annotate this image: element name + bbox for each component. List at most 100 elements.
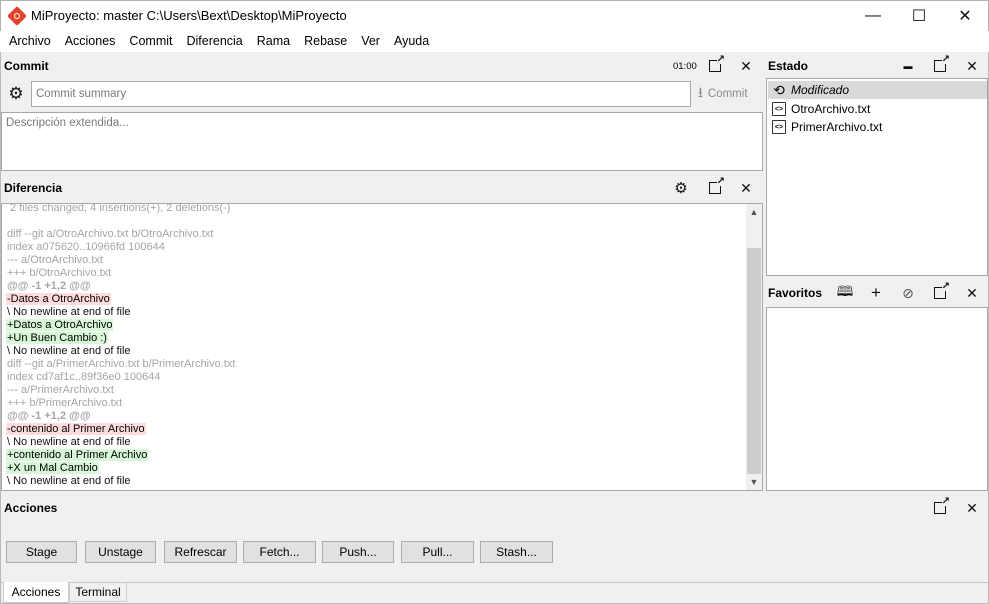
diff-view[interactable]: 2 files changed, 4 insertions(+), 2 dele… [1, 203, 763, 491]
float-window-icon [934, 281, 950, 299]
menu-diferencia[interactable]: Diferencia [179, 31, 249, 52]
status-group-modified[interactable]: ⟲ Modificado [768, 81, 987, 99]
menu-rebase[interactable]: Rebase [297, 31, 354, 52]
commit-summary-input[interactable] [31, 81, 691, 107]
diff-line-meta: --- a/OtroArchivo.txt [6, 254, 746, 267]
diff-settings-button[interactable]: ⚙ [671, 178, 691, 198]
favorites-add-button[interactable]: + [866, 283, 886, 303]
stage-button[interactable]: Stage [6, 541, 77, 563]
status-menu-button[interactable]: ▬ [898, 56, 918, 76]
close-icon: ✕ [740, 179, 752, 196]
diff-scrollbar[interactable]: ▲ ▼ [746, 204, 762, 490]
diff-line-text: index a075620..10966fd 100644 [7, 241, 165, 253]
actions-float-button[interactable] [930, 496, 950, 518]
scroll-thumb[interactable] [747, 248, 761, 474]
diff-line-text: \ No newline at end of file [7, 436, 131, 448]
status-float-button[interactable] [930, 54, 950, 76]
diff-line-plain: \ No newline at end of file [6, 345, 746, 358]
status-group-label: Modificado [791, 83, 850, 97]
commit-button-label: Commit [707, 88, 748, 100]
close-icon: ✕ [966, 284, 978, 301]
menu-ayuda[interactable]: Ayuda [387, 31, 436, 52]
diff-line-add: +Un Buen Cambio :) [6, 332, 746, 345]
refresh-button[interactable]: Refrescar [164, 541, 237, 563]
diff-line-meta: diff --git a/PrimerArchivo.txt b/PrimerA… [6, 358, 746, 371]
diff-line-meta: --- a/PrimerArchivo.txt [6, 384, 746, 397]
diff-line-hunk: @@ -1 +1,2 @@ [6, 280, 746, 293]
menu-ver[interactable]: Ver [354, 31, 387, 52]
diff-line-meta: 2 files changed, 4 insertions(+), 2 dele… [6, 204, 746, 215]
diff-line-text: diff --git a/OtroArchivo.txt b/OtroArchi… [7, 228, 214, 240]
fetch-button[interactable]: Fetch... [243, 541, 316, 563]
actions-panel-title: Acciones [4, 501, 58, 515]
diff-line-meta [6, 215, 746, 228]
stash-button[interactable]: Stash... [480, 541, 553, 563]
float-window-icon [934, 496, 950, 514]
status-close-button[interactable]: ✕ [962, 56, 982, 76]
diff-line-text: +X un Mal Cambio [6, 462, 99, 474]
maximize-button[interactable]: ☐ [896, 0, 942, 31]
menu-rama[interactable]: Rama [250, 31, 297, 52]
diff-line-add: +X un Mal Cambio [6, 462, 746, 475]
menu-acciones[interactable]: Acciones [58, 31, 123, 52]
file-code-icon: <> [772, 120, 786, 134]
refresh-icon: ⟲ [773, 81, 785, 98]
diff-line-text: @@ -1 +1,2 @@ [7, 280, 91, 292]
minimize-button[interactable]: — [850, 0, 896, 31]
push-button[interactable]: Push... [322, 541, 394, 563]
diff-line-text [6, 215, 8, 227]
diff-line-text: -contenido al Primer Archivo [6, 423, 146, 435]
bookmark-icon: 🕮 [836, 283, 854, 299]
commit-description-input[interactable] [1, 112, 763, 171]
actions-close-button[interactable]: ✕ [962, 498, 982, 518]
diff-line-meta: +++ b/OtroArchivo.txt [6, 267, 746, 280]
diff-line-text: +++ b/OtroArchivo.txt [7, 267, 112, 279]
diff-line-text: @@ -1 +1,2 @@ [7, 410, 91, 422]
float-window-icon [709, 54, 725, 72]
diff-line-add: +Datos a OtroArchivo [6, 319, 746, 332]
file-code-icon: <> [772, 102, 786, 116]
favorites-panel-title: Favoritos [768, 286, 823, 300]
diff-line-meta: index cd7af1c..89f36e0 100644 [6, 371, 746, 384]
diff-line-text: \ No newline at end of file [7, 306, 131, 318]
favorites-list[interactable] [766, 307, 988, 491]
float-window-icon [934, 54, 950, 72]
commit-timer: 01:00 [673, 61, 697, 72]
tab-acciones[interactable]: Acciones [3, 582, 69, 603]
diff-line-add: +contenido al Primer Archivo [6, 449, 746, 462]
close-icon: ✕ [966, 499, 978, 516]
commit-settings-button[interactable]: ⚙ [6, 84, 26, 104]
scroll-up-icon[interactable]: ▲ [746, 204, 762, 220]
unstage-button[interactable]: Unstage [85, 541, 156, 563]
diff-line-del: -Datos a OtroArchivo [6, 293, 746, 306]
diff-panel-title: Diferencia [4, 181, 63, 195]
commit-float-button[interactable] [705, 54, 725, 76]
commit-close-button[interactable]: ✕ [736, 56, 756, 76]
diff-line-text: --- a/PrimerArchivo.txt [7, 384, 114, 396]
diff-line-text: \ No newline at end of file [7, 475, 131, 487]
menu-archivo[interactable]: Archivo [2, 31, 58, 52]
diff-line-plain: \ No newline at end of file [6, 436, 746, 449]
window-close-button[interactable]: ✕ [942, 0, 988, 31]
diff-line-text: --- a/OtroArchivo.txt [7, 254, 103, 266]
diff-float-button[interactable] [705, 176, 725, 198]
diff-line-text: +Un Buen Cambio :) [6, 332, 108, 344]
favorites-close-button[interactable]: ✕ [962, 283, 982, 303]
status-file-item[interactable]: <> OtroArchivo.txt [768, 100, 987, 118]
diff-line-text: index cd7af1c..89f36e0 100644 [7, 371, 161, 383]
favorites-float-button[interactable] [930, 281, 950, 303]
menu-commit[interactable]: Commit [122, 31, 179, 52]
scroll-down-icon[interactable]: ▼ [746, 474, 762, 490]
diff-close-button[interactable]: ✕ [736, 178, 756, 198]
favorites-bookmark-button[interactable]: 🕮 [835, 283, 855, 303]
favorites-remove-button[interactable]: ⊘ [898, 283, 918, 303]
status-file-name: PrimerArchivo.txt [791, 120, 883, 134]
tab-terminal[interactable]: Terminal [69, 583, 127, 602]
commit-button[interactable]: ⭳ Commit [698, 83, 760, 105]
window-title: MiProyecto: master C:\Users\Bext\Desktop… [31, 8, 347, 23]
gear-icon: ⚙ [8, 84, 24, 103]
status-file-item[interactable]: <> PrimerArchivo.txt [768, 118, 987, 136]
pull-button[interactable]: Pull... [401, 541, 474, 563]
status-list: ⟲ Modificado <> OtroArchivo.txt <> Prime… [766, 78, 988, 276]
gear-icon: ⚙ [674, 180, 688, 197]
